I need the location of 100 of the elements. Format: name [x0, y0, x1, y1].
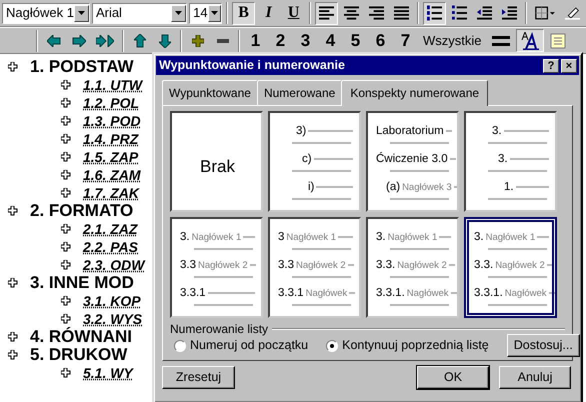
- page-icon: [550, 32, 566, 48]
- level-number: 3.3.1.: [376, 286, 405, 301]
- close-button[interactable]: ×: [561, 58, 577, 72]
- dialog-title: Wypunktowanie i numerowanie: [159, 57, 345, 74]
- level-number: 3: [278, 230, 284, 245]
- help-button[interactable]: ?: [543, 58, 559, 72]
- level-label: Nagłówek 3: [402, 181, 452, 195]
- level-number: 3.: [492, 124, 502, 139]
- outline-plus-icon: [61, 368, 71, 378]
- radio-button[interactable]: [174, 340, 186, 352]
- list-style-option[interactable]: Brak: [170, 111, 263, 212]
- radio-button[interactable]: [326, 340, 338, 352]
- minus-icon: [216, 38, 228, 42]
- level-label: Nagłówek 2: [198, 259, 248, 273]
- show-level-button[interactable]: 1: [244, 29, 267, 52]
- bold-button[interactable]: B: [232, 2, 256, 24]
- up-arrow-icon: [134, 34, 146, 48]
- outline-plus-icon: [61, 134, 71, 144]
- decrease-indent-icon: [477, 6, 492, 20]
- list-style-option[interactable]: 3 Nagłówek 1 3.3 Nagłówek 2 3.3.1 Nagłówek: [268, 217, 361, 318]
- show-formatting-button[interactable]: [516, 29, 544, 52]
- show-level-button[interactable]: 2: [269, 29, 292, 52]
- show-all-button[interactable]: Wszystkie: [419, 29, 486, 52]
- level-number: 3.3.1: [278, 286, 304, 301]
- numbered-list-icon: [427, 5, 442, 21]
- underline-button[interactable]: U: [282, 2, 306, 24]
- outline-plus-icon: [8, 332, 18, 342]
- numbered-list-button[interactable]: [423, 2, 446, 24]
- show-level-button[interactable]: 5: [344, 29, 367, 52]
- level-label: Nagłówek: [406, 287, 448, 301]
- outline-plus-icon: [61, 224, 71, 234]
- align-right-icon: [369, 6, 384, 20]
- outline-plus-icon: [8, 206, 18, 216]
- level-number: i): [308, 180, 314, 195]
- level-number: (a): [386, 180, 400, 195]
- show-level-button[interactable]: 3: [294, 29, 317, 52]
- outline-subheading: 2.1. ZAZ: [83, 220, 138, 238]
- highlighter-icon: [565, 5, 580, 21]
- outline-plus-icon: [61, 260, 71, 270]
- bulleted-list-icon: [452, 5, 468, 21]
- demote-arrow-icon: [72, 34, 86, 46]
- outline-plus-icon: [61, 152, 71, 162]
- level-label: Nagłówek: [504, 287, 546, 301]
- outline-heading: 1. PODSTAW: [30, 58, 134, 76]
- align-left-button[interactable]: [315, 2, 338, 24]
- cancel-button[interactable]: Anuluj: [499, 366, 571, 389]
- list-style-option[interactable]: 3. 3. 1.: [464, 111, 557, 212]
- show-level-button[interactable]: 6: [369, 29, 392, 52]
- outline-subheading: 1.3. POD: [83, 112, 141, 130]
- font-dropdown[interactable]: Arial: [92, 2, 188, 24]
- list-style-option[interactable]: Laboratorium Ćwiczenie 3.0 (a) Nagłówek 3: [366, 111, 459, 212]
- down-arrow-icon: [158, 34, 170, 48]
- dropdown-arrow-icon: [210, 11, 218, 15]
- show-formatting-icon: [520, 32, 540, 50]
- promote-arrow-icon: [46, 34, 60, 46]
- outline-heading: 4. RÓWNANI: [30, 328, 132, 346]
- outline-plus-icon: [61, 296, 71, 306]
- outline-subheading: 3.1. KOP: [83, 292, 141, 310]
- level-label: Nagłówek 2: [495, 259, 545, 273]
- outline-heading: 5. DRUKOW: [30, 346, 128, 364]
- align-center-icon: [344, 6, 360, 20]
- show-level-button[interactable]: 4: [319, 29, 342, 52]
- reset-button[interactable]: Zresetuj: [162, 366, 235, 389]
- level-label: Nagłówek 1: [486, 231, 536, 245]
- customize-button[interactable]: Dostosuj...: [506, 334, 580, 357]
- level-label: Nagłówek 2: [397, 259, 447, 273]
- outline-subheading: 1.7. ZAK: [83, 184, 140, 202]
- outline-subheading: 1.6. ZAM: [83, 166, 141, 184]
- dropdown-arrow-icon: [175, 11, 182, 15]
- level-label: Nagłówek 1: [286, 231, 336, 245]
- outline-heading: 3. INNE MOD: [30, 274, 134, 292]
- level-number: 3.3: [278, 258, 294, 273]
- tab[interactable]: Numerowane: [256, 80, 342, 105]
- outline-plus-icon: [61, 170, 71, 180]
- level-number: 1.: [504, 180, 514, 195]
- outline-subheading: 5.1. WY: [83, 364, 133, 382]
- list-style-option[interactable]: 3. Nagłówek 1 3.3. Nagłówek 2 3.3.1. Nagłówek: [366, 217, 459, 318]
- outline-subheading: 1.2. POL: [83, 94, 140, 112]
- ok-button[interactable]: OK: [417, 366, 489, 389]
- outline-subheading: 3.2. WYS: [83, 310, 142, 327]
- outline-plus-icon: [8, 62, 18, 72]
- outline-plus-icon: [61, 188, 71, 198]
- show-level-button[interactable]: 7: [394, 29, 417, 52]
- outline-plus-icon: [8, 350, 18, 360]
- outline-plus-icon: [61, 98, 71, 108]
- list-style-option[interactable]: 3. Nagłówek 1 3.3 Nagłówek 2 3.3.1: [170, 217, 263, 318]
- tab[interactable]: Konspekty numerowane: [341, 80, 488, 106]
- list-style-option[interactable]: 3) c) i): [268, 111, 361, 212]
- tab[interactable]: Wypunktowane: [162, 80, 258, 105]
- list-style-option[interactable]: 3. Nagłówek 1 3.3. Nagłówek 2 3.3.1. Nagłówek: [464, 217, 557, 318]
- font-size-dropdown[interactable]: 14: [189, 2, 222, 24]
- dropdown-arrow-icon: [78, 11, 85, 15]
- align-left-icon: [319, 6, 334, 20]
- level-label: Nagłówek 1: [388, 231, 438, 245]
- group-label: Numerowanie listy: [170, 321, 268, 338]
- outline-subheading: 1.4. PRZ: [83, 130, 138, 148]
- level-number: 3.: [180, 230, 190, 245]
- style-dropdown[interactable]: Nagłówek 1: [2, 2, 90, 24]
- outline-subheading: 2.2. PAS: [83, 238, 138, 256]
- italic-button[interactable]: I: [257, 2, 280, 24]
